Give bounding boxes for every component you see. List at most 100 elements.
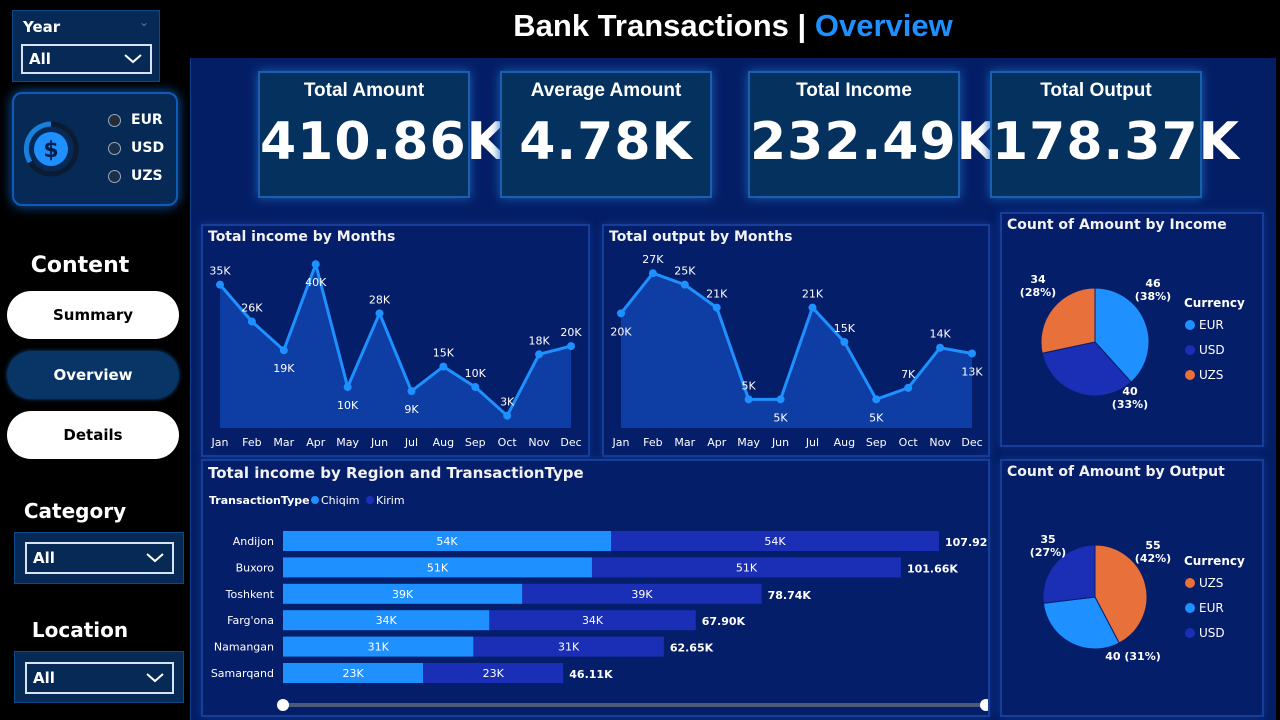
legend-title: Currency xyxy=(1184,554,1245,568)
nav-details-button[interactable]: Details xyxy=(7,411,179,459)
legend-label: EUR xyxy=(1199,318,1224,332)
x-tick-label: Jan xyxy=(211,436,229,449)
data-point xyxy=(471,383,480,392)
dollar-coin-icon: $ xyxy=(22,120,80,182)
radio[interactable] xyxy=(108,169,121,183)
nav-summary-button[interactable]: Summary xyxy=(7,291,179,339)
page-title-main: Bank Transactions xyxy=(513,8,789,43)
category-label: Toshkent xyxy=(225,588,275,601)
data-label: 5K xyxy=(869,411,884,424)
data-label: 7K xyxy=(901,368,916,381)
bar-label: 34K xyxy=(582,614,604,627)
data-point xyxy=(535,350,544,359)
legend-label: USD xyxy=(1199,626,1225,640)
data-label: 15K xyxy=(834,322,856,335)
x-tick-label: Aug xyxy=(433,436,454,449)
x-tick-label: Dec xyxy=(560,436,581,449)
total-label: 78.74K xyxy=(768,589,812,602)
x-tick-label: Mar xyxy=(674,436,695,449)
data-label: 10K xyxy=(337,399,359,412)
currency-options: EUR USD UZS xyxy=(108,106,164,190)
x-tick-label: Mar xyxy=(273,436,294,449)
data-label: 35K xyxy=(209,265,231,278)
x-tick-label: Dec xyxy=(961,436,982,449)
income-by-month-chart: Total income by Months 35K Jan 26K Feb 19K Ma… xyxy=(201,224,590,457)
year-select-value: All xyxy=(29,50,51,68)
data-label: 25K xyxy=(674,265,696,278)
currency-slicer: $ EUR USD UZS xyxy=(12,92,178,206)
radio[interactable] xyxy=(108,141,121,155)
income-pie-svg: 46(38%) 40(33%) 34(28%) Currency EUR USD UZS xyxy=(1020,273,1245,411)
x-tick-label: Nov xyxy=(929,436,951,449)
chevron-down-icon[interactable]: ⌄ xyxy=(139,15,149,29)
bar-label: 31K xyxy=(368,641,390,654)
data-point xyxy=(744,395,753,404)
x-tick-label: Jul xyxy=(805,436,819,449)
x-tick-label: Oct xyxy=(899,436,919,449)
kpi-value: 178.37K xyxy=(992,112,1240,172)
data-point xyxy=(936,343,945,352)
category-label: Samarqand xyxy=(211,667,274,680)
kpi-label: Total Output xyxy=(1040,80,1152,101)
data-label: 15K xyxy=(433,347,455,360)
bar-label: 23K xyxy=(342,667,364,680)
data-point xyxy=(407,387,416,396)
x-tick-label: Oct xyxy=(498,436,518,449)
x-tick-label: Sep xyxy=(465,436,486,449)
output-area-svg: 20K Jan 27K Feb 25K Mar 21K Apr 5K May 5K Jun 21K Jul… xyxy=(610,253,983,449)
currency-option-uzs[interactable]: UZS xyxy=(108,162,164,190)
page-title-accent: Overview xyxy=(814,8,953,43)
x-tick-label: Jan xyxy=(612,436,630,449)
category-heading: Category xyxy=(23,499,127,523)
legend-swatch xyxy=(1185,578,1195,588)
slice-percent: (27%) xyxy=(1030,546,1066,559)
legend-label: Chiqim xyxy=(321,494,359,507)
slice-label: 46 xyxy=(1145,277,1161,290)
total-label: 46.11K xyxy=(569,668,613,681)
bar-label: 51K xyxy=(736,561,758,574)
data-label: 27K xyxy=(642,253,664,266)
year-select[interactable]: All xyxy=(21,44,152,74)
data-point xyxy=(617,309,625,318)
nav-overview-button[interactable]: Overview xyxy=(7,351,179,399)
x-tick-label: Feb xyxy=(242,436,261,449)
legend-label: Kirim xyxy=(376,494,405,507)
data-label: 19K xyxy=(273,362,295,375)
data-point xyxy=(216,280,224,289)
data-point xyxy=(840,338,849,346)
x-tick-label: Apr xyxy=(306,436,326,449)
range-slider-handle-right[interactable] xyxy=(980,699,988,711)
data-point xyxy=(904,383,913,392)
chevron-down-icon xyxy=(144,544,166,572)
data-label: 40K xyxy=(305,276,327,289)
kpi-label: Total Amount xyxy=(303,80,425,101)
slice-percent: (42%) xyxy=(1135,552,1171,565)
legend-swatch xyxy=(311,496,319,504)
bar-label: 39K xyxy=(631,588,653,601)
range-slider-handle-left[interactable] xyxy=(277,699,289,711)
kpi-total-output: Total Output 178.37K xyxy=(990,71,1240,198)
currency-option-usd[interactable]: USD xyxy=(108,134,164,162)
data-point xyxy=(247,317,256,326)
data-label: 21K xyxy=(706,288,728,301)
output-pie-svg: 55(42%) 40 (31%) 35(27%) Currency UZS EUR USD xyxy=(1030,533,1245,663)
total-label: 67.90K xyxy=(702,615,746,628)
slice-label: 55 xyxy=(1145,539,1160,552)
page-title: Bank Transactions | Overview xyxy=(190,8,1276,44)
category-label: Buxoro xyxy=(236,561,275,574)
total-label: 62.65K xyxy=(670,642,714,655)
legend-label: UZS xyxy=(1199,576,1223,590)
slice-label: 40 xyxy=(1122,385,1138,398)
data-point xyxy=(680,280,689,289)
data-label: 3K xyxy=(500,396,515,409)
data-label: 20K xyxy=(560,326,582,339)
x-tick-label: Jun xyxy=(771,436,789,449)
currency-option-eur[interactable]: EUR xyxy=(108,106,164,134)
data-point xyxy=(567,342,575,351)
category-select[interactable]: All xyxy=(25,542,174,574)
output-by-month-chart: Total output by Months 20K Jan 27K Feb 25K Ma… xyxy=(602,224,990,457)
data-point xyxy=(968,349,976,358)
chevron-down-icon xyxy=(144,664,166,692)
location-select[interactable]: All xyxy=(25,662,174,694)
radio-selected[interactable] xyxy=(108,113,121,127)
